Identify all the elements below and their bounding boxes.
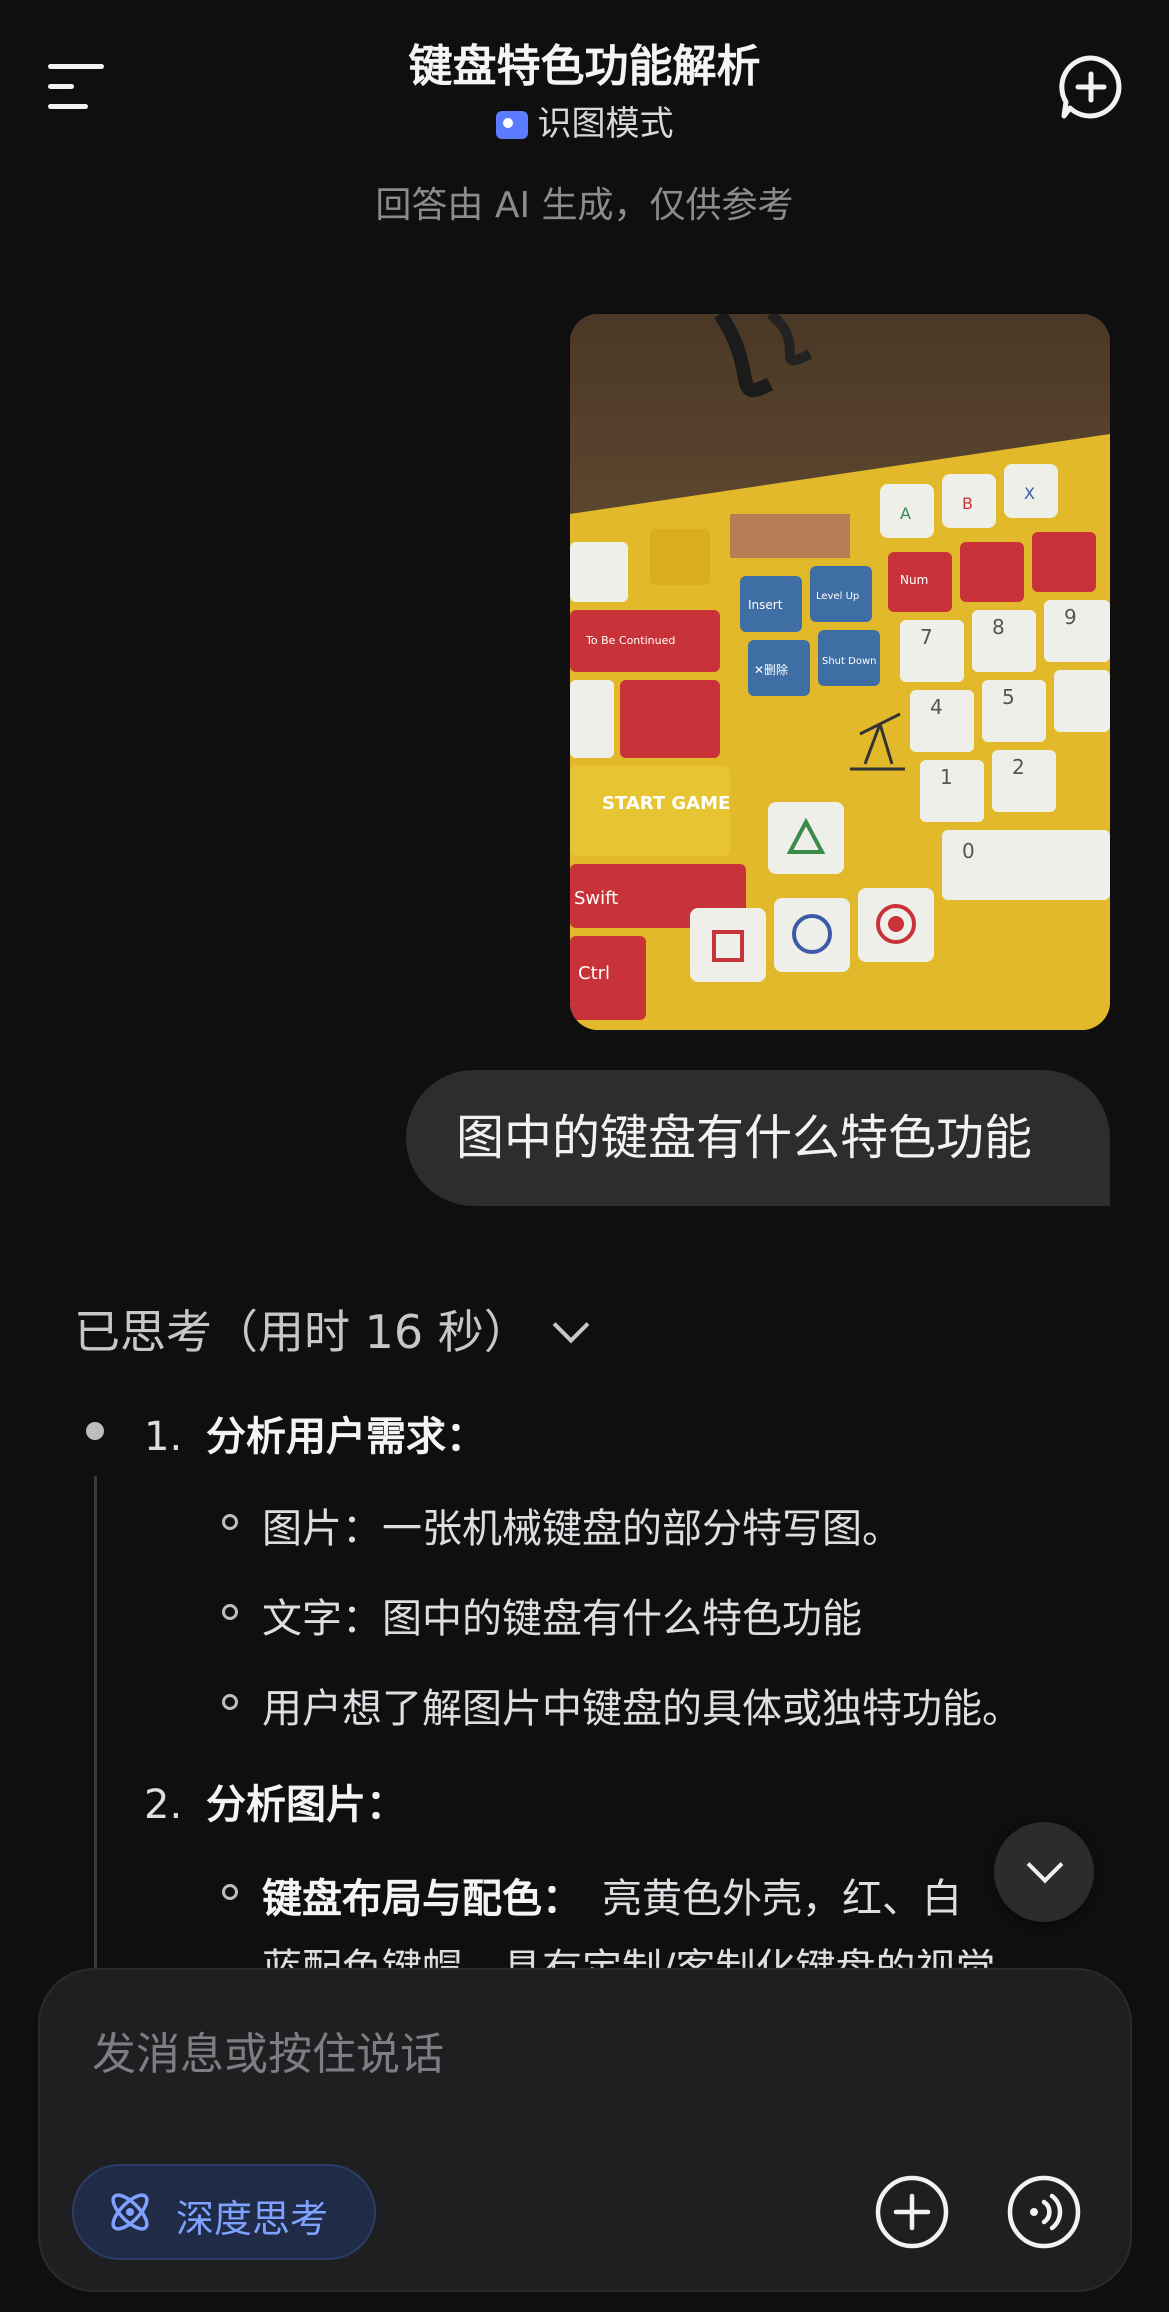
new-chat-icon bbox=[1059, 55, 1122, 119]
uploaded-keyboard-photo[interactable]: A B X To Be Continued START GAME Swift C… bbox=[570, 314, 1110, 1030]
atom-icon bbox=[111, 2193, 149, 2231]
svg-text:Shut Down: Shut Down bbox=[822, 656, 876, 667]
image-mode-icon bbox=[495, 111, 528, 139]
thinking-divider bbox=[94, 1476, 97, 1996]
mode-indicator[interactable]: 识图模式 bbox=[0, 96, 1169, 145]
svg-text:✕删除: ✕删除 bbox=[754, 662, 788, 677]
keyboard-photo-illustration: A B X To Be Continued START GAME Swift C… bbox=[570, 314, 1110, 1030]
svg-text:0: 0 bbox=[962, 839, 975, 863]
voice-call-button[interactable] bbox=[1006, 2174, 1082, 2250]
conversation-title: 键盘特色功能解析 bbox=[408, 41, 761, 92]
user-message-bubble[interactable]: 图中的键盘有什么特色功能 bbox=[406, 1070, 1110, 1206]
deep-think-label: 深度思考 bbox=[176, 2197, 329, 2241]
list-item: 用户想了解图片中键盘的具体或独特功能。 bbox=[222, 1676, 1022, 1734]
plus-icon bbox=[875, 2175, 949, 2249]
message-input[interactable]: 发消息或按住说话 bbox=[92, 2018, 444, 2082]
svg-text:Level Up: Level Up bbox=[816, 591, 859, 602]
svg-text:Ctrl: Ctrl bbox=[578, 963, 610, 984]
chevron-down-icon bbox=[552, 1306, 590, 1344]
svg-text:1: 1 bbox=[940, 765, 953, 789]
svg-text:4: 4 bbox=[930, 695, 943, 719]
svg-text:2: 2 bbox=[1012, 755, 1025, 779]
svg-text:Num: Num bbox=[900, 573, 928, 587]
svg-text:A: A bbox=[900, 504, 911, 523]
svg-text:5: 5 bbox=[1002, 685, 1015, 709]
ai-disclaimer: 回答由 AI 生成，仅供参考 bbox=[375, 185, 794, 226]
svg-text:START GAME: START GAME bbox=[602, 793, 730, 814]
thinking-bullet bbox=[86, 1422, 104, 1440]
list-item: 键盘布局与配色： 亮黄色外壳，红、白 bbox=[222, 1866, 962, 1924]
deep-think-toggle[interactable]: 深度思考 bbox=[72, 2164, 376, 2260]
svg-text:8: 8 bbox=[992, 615, 1005, 639]
svg-text:X: X bbox=[1024, 484, 1035, 503]
svg-text:Insert: Insert bbox=[748, 598, 783, 612]
mode-label: 识图模式 bbox=[537, 104, 674, 144]
voice-call-icon bbox=[1007, 2175, 1081, 2249]
chevron-down-icon bbox=[1026, 1846, 1064, 1884]
thinking-header: 已思考（用时 16 秒） bbox=[74, 1305, 530, 1359]
step-2-heading: 2. 分析图片： bbox=[144, 1782, 406, 1828]
list-item: 文字：图中的键盘有什么特色功能 bbox=[222, 1586, 862, 1644]
list-item: 图片：一张机械键盘的部分特写图。 bbox=[222, 1496, 902, 1554]
new-chat-button[interactable] bbox=[1056, 52, 1126, 122]
attach-button[interactable] bbox=[874, 2174, 950, 2250]
svg-text:To Be Continued: To Be Continued bbox=[585, 634, 675, 647]
scroll-down-button[interactable] bbox=[994, 1822, 1094, 1922]
svg-text:9: 9 bbox=[1064, 605, 1077, 629]
svg-text:7: 7 bbox=[920, 625, 933, 649]
step-1-heading: 1. 分析用户需求： bbox=[144, 1414, 486, 1460]
svg-text:Swift: Swift bbox=[574, 888, 618, 909]
user-message-text: 图中的键盘有什么特色功能 bbox=[456, 1110, 1033, 1166]
svg-text:B: B bbox=[962, 494, 973, 513]
thinking-toggle[interactable]: 已思考（用时 16 秒） bbox=[74, 1296, 590, 1362]
